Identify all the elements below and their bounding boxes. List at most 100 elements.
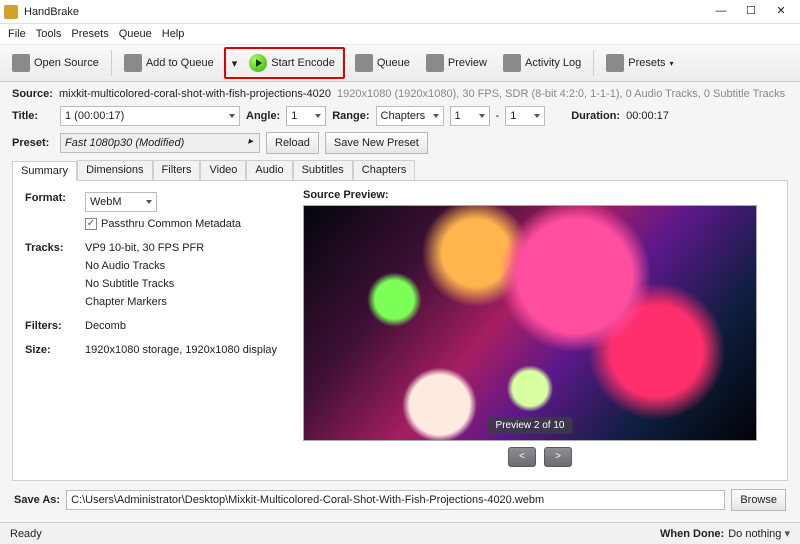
preview-icon bbox=[426, 54, 444, 72]
source-preview-image: Preview 2 of 10 bbox=[303, 205, 757, 441]
play-icon bbox=[249, 54, 267, 72]
when-done-value: Do nothing bbox=[728, 528, 781, 540]
browse-label: Browse bbox=[740, 494, 777, 506]
size-label: Size: bbox=[23, 341, 83, 359]
tab-subtitles[interactable]: Subtitles bbox=[293, 160, 353, 180]
passthru-label: Passthru Common Metadata bbox=[101, 218, 241, 230]
titlebar: HandBrake — ☐ ✕ bbox=[0, 0, 800, 24]
when-done-dropdown[interactable]: Do nothing bbox=[728, 527, 790, 540]
duration-value: 00:00:17 bbox=[626, 110, 669, 122]
presets-button[interactable]: Presets ▾ bbox=[600, 49, 679, 77]
start-encode-button[interactable]: Start Encode bbox=[243, 49, 341, 77]
app-icon bbox=[4, 5, 18, 19]
preset-value: Fast 1080p30 (Modified) bbox=[65, 137, 184, 149]
add-queue-icon bbox=[124, 54, 142, 72]
range-to-dropdown[interactable]: 1 bbox=[505, 106, 545, 126]
tracks-line-2: No Audio Tracks bbox=[85, 260, 281, 272]
reload-label: Reload bbox=[275, 137, 310, 149]
preview-next-button[interactable]: > bbox=[544, 447, 572, 467]
range-label: Range: bbox=[332, 110, 369, 122]
reload-button[interactable]: Reload bbox=[266, 132, 319, 154]
title-dropdown[interactable]: 1 (00:00:17) bbox=[60, 106, 240, 126]
source-name: mixkit-multicolored-coral-shot-with-fish… bbox=[59, 88, 331, 100]
range-type-dropdown[interactable]: Chapters bbox=[376, 106, 444, 126]
summary-panel: Format: WebM ✓ Passthru Common Metadata … bbox=[12, 181, 788, 481]
tab-audio[interactable]: Audio bbox=[246, 160, 292, 180]
range-to-value: 1 bbox=[510, 110, 516, 122]
format-dropdown[interactable]: WebM bbox=[85, 192, 157, 212]
open-source-button[interactable]: Open Source bbox=[6, 49, 105, 77]
window-title: HandBrake bbox=[24, 6, 706, 18]
start-encode-label: Start Encode bbox=[271, 57, 335, 69]
add-queue-label: Add to Queue bbox=[146, 57, 214, 69]
statusbar: Ready When Done: Do nothing bbox=[0, 522, 800, 544]
save-as-label: Save As: bbox=[14, 494, 60, 506]
tab-chapters[interactable]: Chapters bbox=[353, 160, 416, 180]
tab-summary[interactable]: Summary bbox=[12, 161, 77, 181]
preview-button[interactable]: Preview bbox=[420, 49, 493, 77]
range-from-dropdown[interactable]: 1 bbox=[450, 106, 490, 126]
film-icon bbox=[12, 54, 30, 72]
passthru-checkbox[interactable]: ✓ bbox=[85, 218, 97, 230]
format-label: Format: bbox=[23, 189, 83, 233]
activity-log-button[interactable]: Activity Log bbox=[497, 49, 587, 77]
title-label: Title: bbox=[12, 110, 54, 122]
menubar: File Tools Presets Queue Help bbox=[0, 24, 800, 44]
tab-dimensions[interactable]: Dimensions bbox=[77, 160, 152, 180]
menu-help[interactable]: Help bbox=[158, 26, 189, 42]
close-button[interactable]: ✕ bbox=[766, 2, 796, 22]
preset-label: Preset: bbox=[12, 137, 54, 149]
preview-prev-button[interactable]: < bbox=[508, 447, 536, 467]
status-ready: Ready bbox=[10, 528, 42, 540]
tab-filters[interactable]: Filters bbox=[153, 160, 201, 180]
preview-badge: Preview 2 of 10 bbox=[488, 417, 573, 434]
source-preview-label: Source Preview: bbox=[303, 189, 777, 201]
range-dash: - bbox=[496, 110, 500, 122]
range-type-value: Chapters bbox=[381, 110, 426, 122]
title-value: 1 (00:00:17) bbox=[65, 110, 124, 122]
add-to-queue-dropdown[interactable]: ▾ bbox=[228, 49, 242, 77]
size-value: 1920x1080 storage, 1920x1080 display bbox=[83, 341, 283, 359]
save-new-preset-label: Save New Preset bbox=[334, 137, 419, 149]
tracks-line-4: Chapter Markers bbox=[85, 296, 281, 308]
range-from-value: 1 bbox=[455, 110, 461, 122]
tracks-line-1: VP9 10-bit, 30 FPS PFR bbox=[85, 242, 281, 254]
menu-tools[interactable]: Tools bbox=[32, 26, 66, 42]
tracks-label: Tracks: bbox=[23, 239, 83, 311]
queue-label: Queue bbox=[377, 57, 410, 69]
source-label: Source: bbox=[12, 88, 53, 100]
angle-dropdown[interactable]: 1 bbox=[286, 106, 326, 126]
duration-label: Duration: bbox=[571, 110, 620, 122]
menu-file[interactable]: File bbox=[4, 26, 30, 42]
tabs: Summary Dimensions Filters Video Audio S… bbox=[12, 160, 788, 181]
queue-icon bbox=[355, 54, 373, 72]
menu-presets[interactable]: Presets bbox=[67, 26, 112, 42]
activity-icon bbox=[503, 54, 521, 72]
menu-queue[interactable]: Queue bbox=[115, 26, 156, 42]
tracks-line-3: No Subtitle Tracks bbox=[85, 278, 281, 290]
save-as-path-field[interactable]: C:\Users\Administrator\Desktop\Mixkit-Mu… bbox=[66, 490, 725, 510]
start-encode-highlight: ▾ Start Encode bbox=[224, 47, 345, 79]
filters-label: Filters: bbox=[23, 317, 83, 335]
maximize-button[interactable]: ☐ bbox=[736, 2, 766, 22]
presets-label: Presets bbox=[628, 57, 665, 69]
activity-label: Activity Log bbox=[525, 57, 581, 69]
add-to-queue-button[interactable]: Add to Queue bbox=[118, 49, 220, 77]
save-new-preset-button[interactable]: Save New Preset bbox=[325, 132, 428, 154]
queue-button[interactable]: Queue bbox=[349, 49, 416, 77]
preview-label: Preview bbox=[448, 57, 487, 69]
when-done-label: When Done: bbox=[660, 528, 724, 540]
format-value: WebM bbox=[90, 196, 122, 208]
browse-button[interactable]: Browse bbox=[731, 489, 786, 511]
preset-dropdown[interactable]: Fast 1080p30 (Modified) bbox=[60, 133, 260, 153]
tab-video[interactable]: Video bbox=[200, 160, 246, 180]
open-source-label: Open Source bbox=[34, 57, 99, 69]
save-as-path-value: C:\Users\Administrator\Desktop\Mixkit-Mu… bbox=[71, 494, 544, 506]
source-info: 1920x1080 (1920x1080), 30 FPS, SDR (8-bi… bbox=[337, 88, 785, 100]
filters-value: Decomb bbox=[83, 317, 283, 335]
angle-value: 1 bbox=[291, 110, 297, 122]
toolbar: Open Source Add to Queue ▾ Start Encode … bbox=[0, 44, 800, 82]
minimize-button[interactable]: — bbox=[706, 2, 736, 22]
presets-icon bbox=[606, 54, 624, 72]
angle-label: Angle: bbox=[246, 110, 280, 122]
